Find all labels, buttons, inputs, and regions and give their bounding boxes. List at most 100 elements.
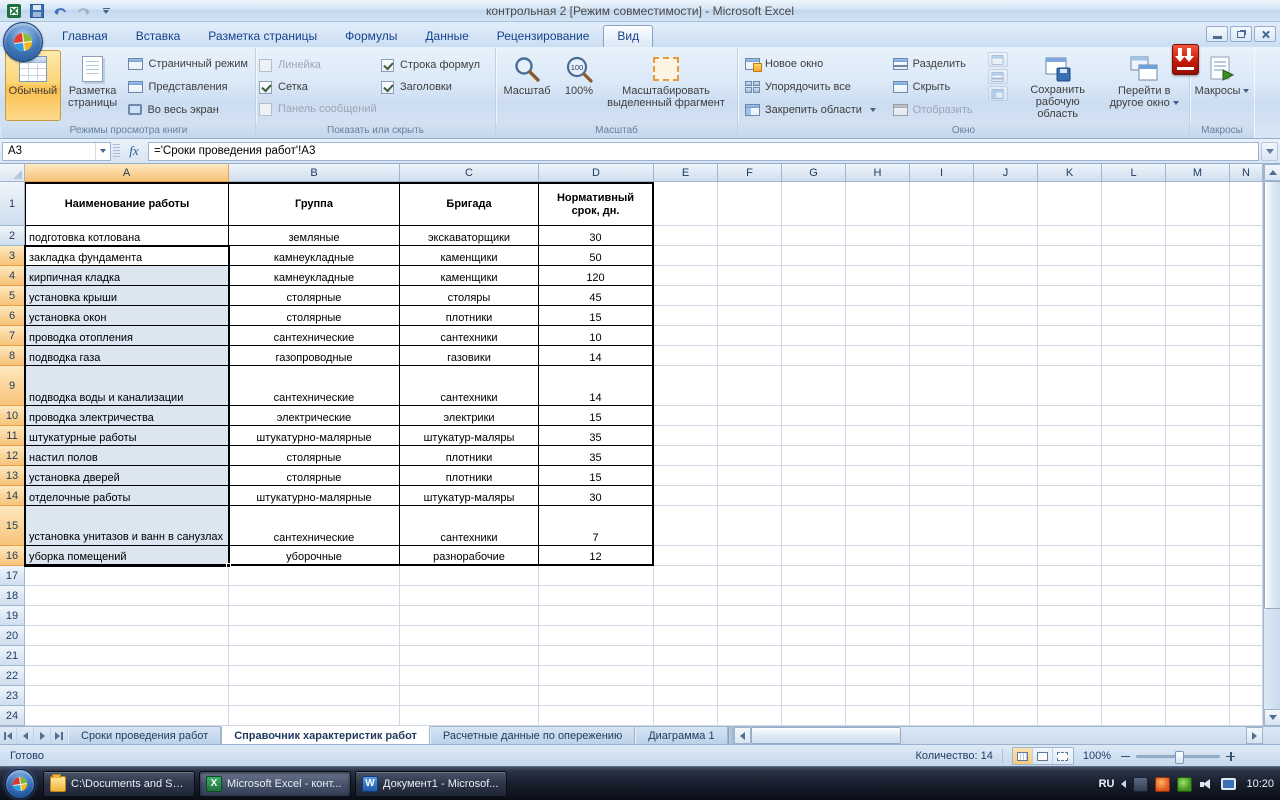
cell-D12[interactable]: 35: [539, 446, 654, 466]
cell-M16[interactable]: [1166, 546, 1230, 566]
cell-E23[interactable]: [654, 686, 718, 706]
row-header-15[interactable]: 15: [0, 506, 25, 546]
freeze-panes-button[interactable]: Закрепить области: [741, 98, 889, 121]
row-header-6[interactable]: 6: [0, 306, 25, 326]
cell-K16[interactable]: [1038, 546, 1102, 566]
start-button[interactable]: [5, 768, 35, 799]
zoom-to-selection-button[interactable]: Масштабировать выделенный фрагмент: [603, 50, 729, 121]
cell-J7[interactable]: [974, 326, 1038, 346]
cell-C1[interactable]: Бригада: [400, 182, 539, 226]
cell-K8[interactable]: [1038, 346, 1102, 366]
cell-F8[interactable]: [718, 346, 782, 366]
cell-B4[interactable]: камнеукладные: [229, 266, 400, 286]
cell-N14[interactable]: [1230, 486, 1263, 506]
cell-M20[interactable]: [1166, 626, 1230, 646]
cell-C2[interactable]: экскаваторщики: [400, 226, 539, 246]
cell-N3[interactable]: [1230, 246, 1263, 266]
cell-L17[interactable]: [1102, 566, 1166, 586]
cell-A12[interactable]: настил полов: [25, 446, 229, 466]
cell-K7[interactable]: [1038, 326, 1102, 346]
cell-H4[interactable]: [846, 266, 910, 286]
row-header-10[interactable]: 10: [0, 406, 25, 426]
cell-H19[interactable]: [846, 606, 910, 626]
cell-M11[interactable]: [1166, 426, 1230, 446]
cell-G15[interactable]: [782, 506, 846, 546]
cell-A6[interactable]: установка окон: [25, 306, 229, 326]
cell-M21[interactable]: [1166, 646, 1230, 666]
cell-F14[interactable]: [718, 486, 782, 506]
cell-G18[interactable]: [782, 586, 846, 606]
cell-J11[interactable]: [974, 426, 1038, 446]
cell-B13[interactable]: столярные: [229, 466, 400, 486]
cell-F21[interactable]: [718, 646, 782, 666]
cell-M24[interactable]: [1166, 706, 1230, 726]
row-header-3[interactable]: 3: [0, 246, 25, 266]
column-header-J[interactable]: J: [974, 164, 1038, 182]
cell-N13[interactable]: [1230, 466, 1263, 486]
cell-E7[interactable]: [654, 326, 718, 346]
cell-L16[interactable]: [1102, 546, 1166, 566]
column-header-A[interactable]: A: [25, 164, 229, 182]
cell-H9[interactable]: [846, 366, 910, 406]
cell-G7[interactable]: [782, 326, 846, 346]
cell-J12[interactable]: [974, 446, 1038, 466]
restore-window-button[interactable]: [1230, 26, 1252, 42]
zoom-in-button[interactable]: [1225, 751, 1236, 762]
cell-A13[interactable]: установка дверей: [25, 466, 229, 486]
cell-J22[interactable]: [974, 666, 1038, 686]
cell-I1[interactable]: [910, 182, 974, 226]
cell-J8[interactable]: [974, 346, 1038, 366]
cell-K22[interactable]: [1038, 666, 1102, 686]
formula-input[interactable]: ='Сроки проведения работ'!A3: [148, 141, 1259, 161]
cell-D5[interactable]: 45: [539, 286, 654, 306]
cell-L23[interactable]: [1102, 686, 1166, 706]
cell-A21[interactable]: [25, 646, 229, 666]
cell-E10[interactable]: [654, 406, 718, 426]
cell-J4[interactable]: [974, 266, 1038, 286]
cell-H2[interactable]: [846, 226, 910, 246]
cell-K10[interactable]: [1038, 406, 1102, 426]
cell-I9[interactable]: [910, 366, 974, 406]
cell-D1[interactable]: Нормативный срок, дн.: [539, 182, 654, 226]
cell-F11[interactable]: [718, 426, 782, 446]
cell-E18[interactable]: [654, 586, 718, 606]
cell-E12[interactable]: [654, 446, 718, 466]
cell-A16[interactable]: уборка помещений: [25, 546, 229, 566]
formula-bar-checkbox[interactable]: Строка формул: [381, 54, 480, 76]
cell-L8[interactable]: [1102, 346, 1166, 366]
cell-J15[interactable]: [974, 506, 1038, 546]
cell-C10[interactable]: электрики: [400, 406, 539, 426]
cell-F12[interactable]: [718, 446, 782, 466]
formula-bar-grip[interactable]: [113, 143, 120, 159]
cell-L1[interactable]: [1102, 182, 1166, 226]
cell-J5[interactable]: [974, 286, 1038, 306]
cell-K23[interactable]: [1038, 686, 1102, 706]
cell-C11[interactable]: штукатур-маляры: [400, 426, 539, 446]
macros-button[interactable]: Макросы: [1193, 50, 1251, 121]
cell-B24[interactable]: [229, 706, 400, 726]
vertical-scrollbar[interactable]: [1263, 164, 1280, 726]
cell-M10[interactable]: [1166, 406, 1230, 426]
cell-K13[interactable]: [1038, 466, 1102, 486]
cell-F6[interactable]: [718, 306, 782, 326]
undo-button[interactable]: [50, 2, 70, 20]
horizontal-scroll-track[interactable]: [901, 727, 1246, 744]
cell-F23[interactable]: [718, 686, 782, 706]
cell-M12[interactable]: [1166, 446, 1230, 466]
red-download-arrows-icon[interactable]: [1172, 44, 1199, 75]
row-header-24[interactable]: 24: [0, 706, 25, 726]
cell-L13[interactable]: [1102, 466, 1166, 486]
cell-A3[interactable]: закладка фундамента: [25, 246, 229, 266]
cell-E3[interactable]: [654, 246, 718, 266]
cell-A15[interactable]: установка унитазов и ванн в санузлах: [25, 506, 229, 546]
expand-formula-bar-button[interactable]: [1261, 141, 1278, 161]
cell-N17[interactable]: [1230, 566, 1263, 586]
hide-window-button[interactable]: Скрыть: [889, 75, 988, 98]
cell-A23[interactable]: [25, 686, 229, 706]
cell-D10[interactable]: 15: [539, 406, 654, 426]
cell-F9[interactable]: [718, 366, 782, 406]
close-window-button[interactable]: [1254, 26, 1276, 42]
cell-L14[interactable]: [1102, 486, 1166, 506]
cell-D6[interactable]: 15: [539, 306, 654, 326]
cell-H21[interactable]: [846, 646, 910, 666]
